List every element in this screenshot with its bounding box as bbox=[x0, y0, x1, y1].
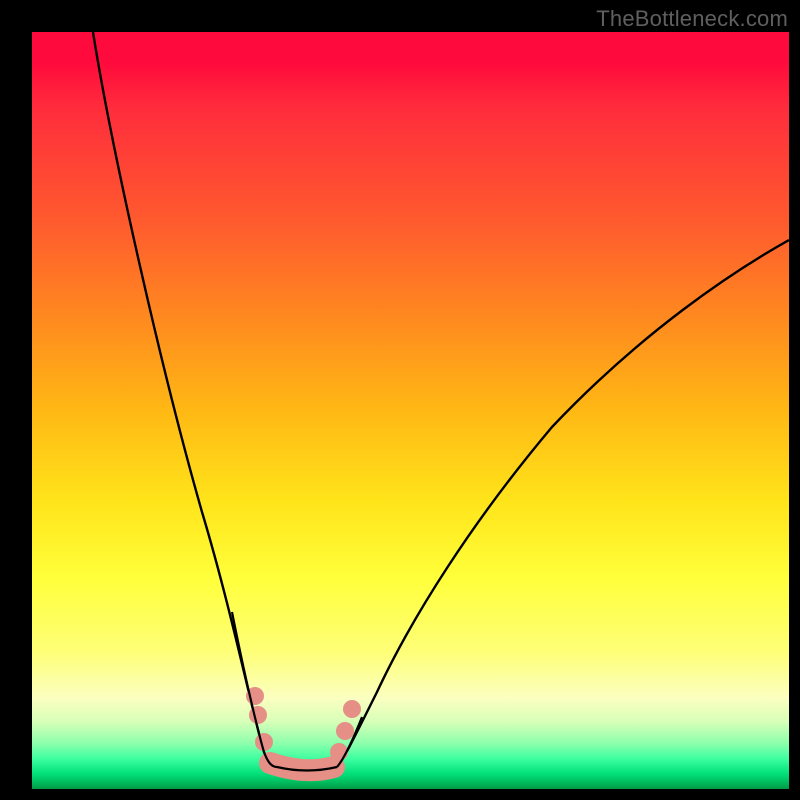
watermark-text: TheBottleneck.com bbox=[596, 6, 788, 32]
chart-frame: TheBottleneck.com bbox=[0, 0, 800, 800]
salmon-marker bbox=[343, 700, 361, 718]
right-curve bbox=[337, 240, 789, 767]
salmon-marker bbox=[249, 706, 267, 724]
salmon-marker bbox=[336, 722, 354, 740]
plot-area bbox=[32, 32, 789, 789]
left-curve bbox=[93, 32, 277, 767]
curve-overlay bbox=[32, 32, 789, 789]
